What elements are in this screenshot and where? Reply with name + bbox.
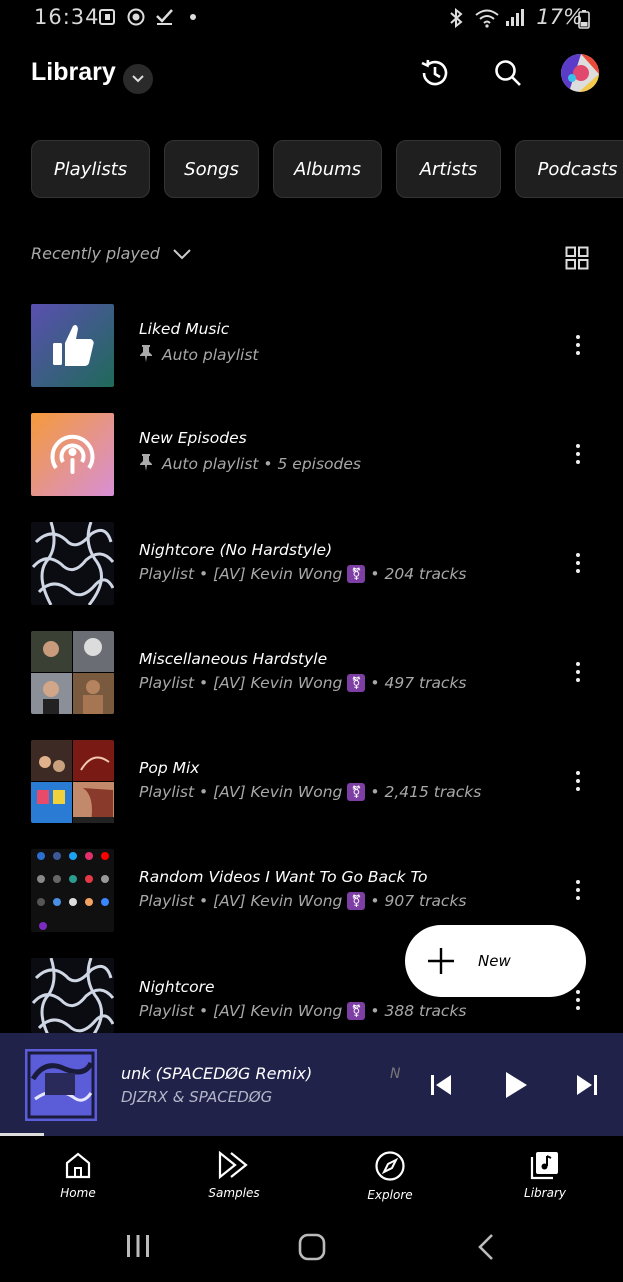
previous-button[interactable] (428, 1072, 454, 1102)
page-title: Library (31, 58, 116, 86)
liked-music-thumbnail[interactable] (31, 304, 114, 387)
account-avatar[interactable] (561, 54, 599, 92)
more-options-icon[interactable] (566, 766, 590, 796)
playlist-thumbnail[interactable] (31, 849, 114, 932)
status-time: 16:34 (34, 5, 100, 29)
transgender-symbol-icon: ⚧ (347, 783, 366, 801)
skip-next-icon (577, 1075, 597, 1095)
notification-icon (99, 8, 117, 31)
chevron-down-icon (132, 75, 144, 83)
item-title[interactable]: Liked Music (139, 320, 229, 338)
home-icon (65, 1152, 91, 1179)
item-subtitle-text: Auto playlist (162, 346, 259, 364)
new-button-label: New (478, 952, 511, 970)
signal-icon (504, 8, 524, 33)
nav-samples[interactable]: Samples (184, 1150, 284, 1200)
avatar-image (561, 54, 599, 92)
wifi-icon (474, 8, 500, 33)
battery-icon (578, 9, 590, 34)
item-subtitle-text: Auto playlist • 5 episodes (162, 455, 361, 473)
now-playing-artist[interactable]: DJZRX & SPACEDØG (121, 1088, 272, 1106)
sort-label[interactable]: Recently played (31, 244, 160, 263)
item-subtitle: Auto playlist (139, 344, 259, 366)
library-dropdown-button[interactable] (123, 64, 153, 94)
skip-previous-icon (431, 1075, 451, 1095)
transgender-symbol-icon: ⚧ (347, 674, 366, 692)
transgender-symbol-icon: ⚧ (347, 892, 366, 910)
transgender-symbol-icon: ⚧ (347, 565, 366, 583)
youtube-music-icon (127, 8, 145, 31)
recent-apps-button[interactable] (124, 1232, 152, 1264)
chip-playlists[interactable]: Playlists (31, 140, 150, 198)
item-subtitle: Playlist • [AV] Kevin Wong ⚧ • 204 track… (139, 565, 467, 583)
history-icon (421, 59, 448, 86)
new-episodes-thumbnail[interactable] (31, 413, 114, 496)
item-subtitle: Playlist • [AV] Kevin Wong ⚧ • 497 track… (139, 674, 467, 692)
recent-apps-icon (127, 1235, 149, 1257)
bluetooth-icon (448, 7, 464, 33)
item-subtitle: Playlist • [AV] Kevin Wong ⚧ • 2,415 tra… (139, 783, 482, 801)
play-button[interactable] (502, 1069, 530, 1105)
transgender-symbol-icon: ⚧ (347, 1002, 366, 1020)
library-icon (530, 1152, 558, 1180)
next-track-peek: N (390, 1066, 401, 1082)
more-options-icon[interactable] (566, 548, 590, 578)
home-system-button[interactable] (297, 1232, 327, 1266)
item-title[interactable]: Miscellaneous Hardstyle (139, 650, 327, 668)
item-subtitle: Auto playlist • 5 episodes (139, 453, 361, 475)
playlist-thumbnail[interactable] (31, 631, 114, 714)
nav-home[interactable]: Home (28, 1150, 128, 1200)
more-options-icon[interactable] (566, 657, 590, 687)
home-button-icon (298, 1233, 326, 1261)
explore-icon (375, 1151, 405, 1181)
chip-artists[interactable]: Artists (396, 140, 501, 198)
next-button[interactable] (574, 1072, 600, 1102)
item-subtitle: Playlist • [AV] Kevin Wong ⚧ • 907 track… (139, 892, 467, 910)
more-options-icon[interactable] (566, 330, 590, 360)
search-icon (495, 60, 521, 86)
battery-percent: 17% (536, 5, 583, 29)
nav-library[interactable]: Library (495, 1150, 595, 1200)
item-title[interactable]: Nightcore (No Hardstyle) (139, 541, 332, 559)
chip-podcasts[interactable]: Podcasts (515, 140, 623, 198)
pin-icon (139, 344, 153, 366)
item-title[interactable]: New Episodes (139, 429, 247, 447)
playlist-thumbnail[interactable] (31, 740, 114, 823)
sort-chevron-icon[interactable] (171, 246, 193, 266)
grid-view-icon[interactable] (565, 246, 589, 270)
back-icon (478, 1234, 493, 1260)
playlist-thumbnail[interactable] (31, 958, 114, 1033)
plus-icon (428, 948, 454, 974)
item-title[interactable]: Nightcore (139, 978, 215, 996)
more-options-icon[interactable] (566, 875, 590, 905)
playback-progress-bar[interactable] (0, 1133, 44, 1136)
chip-songs[interactable]: Songs (164, 140, 259, 198)
nav-home-label: Home (60, 1186, 96, 1200)
task-check-icon (155, 8, 175, 31)
nav-explore[interactable]: Explore (340, 1150, 440, 1202)
samples-icon (218, 1150, 248, 1180)
new-playlist-button[interactable]: New (405, 925, 586, 997)
back-button[interactable] (474, 1232, 498, 1266)
more-notifications-dot (190, 14, 196, 20)
playlist-thumbnail[interactable] (31, 522, 114, 605)
item-title[interactable]: Random Videos I Want To Go Back To (139, 868, 428, 886)
nav-library-label: Library (524, 1186, 566, 1200)
now-playing-artwork[interactable] (25, 1049, 97, 1121)
more-options-icon[interactable] (566, 439, 590, 469)
item-title[interactable]: Pop Mix (139, 759, 199, 777)
item-subtitle: Playlist • [AV] Kevin Wong ⚧ • 388 track… (139, 1002, 467, 1020)
history-button[interactable] (417, 55, 453, 91)
chip-albums[interactable]: Albums (273, 140, 382, 198)
search-button[interactable] (490, 55, 526, 91)
play-icon (506, 1072, 527, 1098)
pin-icon (139, 453, 153, 475)
nav-explore-label: Explore (367, 1188, 413, 1202)
status-bar: 16:34 17% (0, 0, 623, 38)
nav-samples-label: Samples (208, 1186, 260, 1200)
now-playing-title[interactable]: unk (SPACEDØG Remix) (121, 1064, 312, 1083)
